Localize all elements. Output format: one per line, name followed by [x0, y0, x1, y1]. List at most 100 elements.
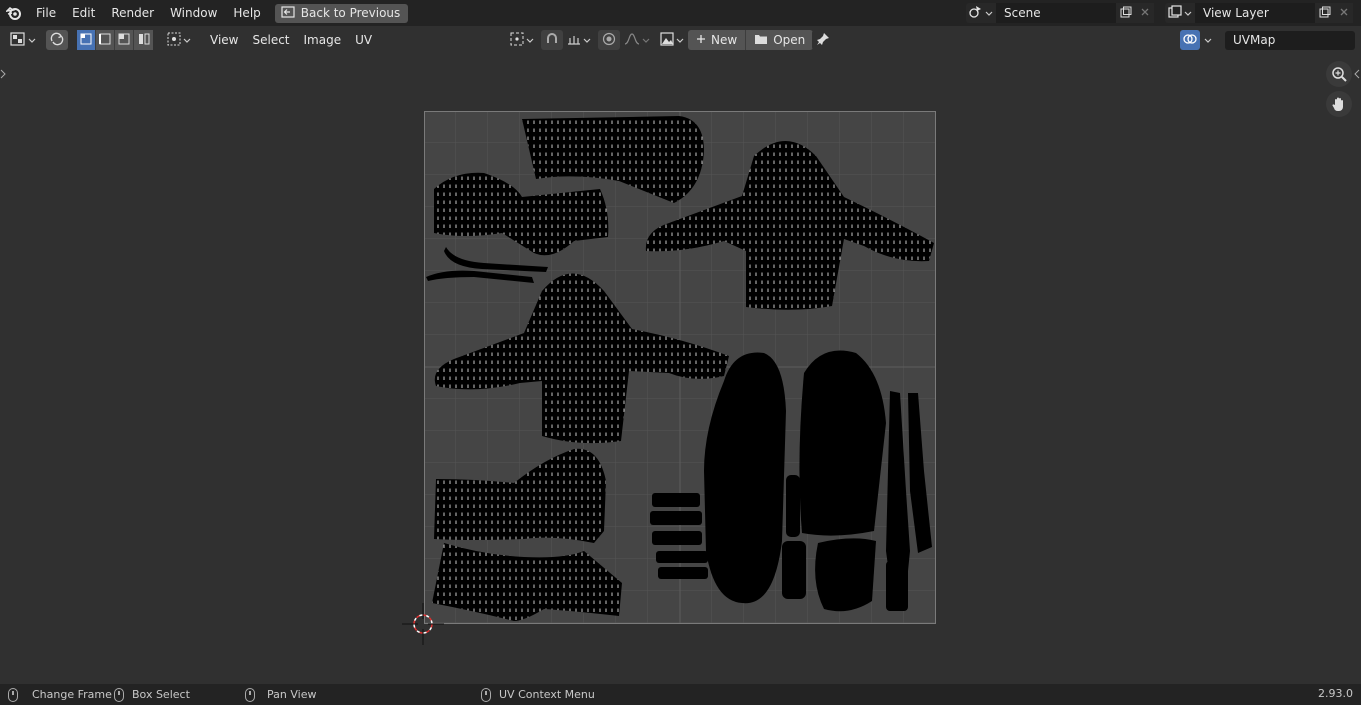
- new-label: New: [711, 33, 738, 47]
- left-panel-arrow-icon[interactable]: [0, 69, 6, 79]
- view-layer-icon: [1168, 5, 1182, 21]
- status-label: Change Frame: [32, 688, 112, 701]
- top-bar: File Edit Render Window Help Back to Pre…: [0, 0, 1361, 26]
- uv-island[interactable]: [650, 511, 702, 525]
- uv-island[interactable]: [886, 561, 908, 611]
- menu-render[interactable]: Render: [103, 3, 162, 23]
- zoom-icon[interactable]: [1326, 61, 1352, 87]
- view-layer-copy-button[interactable]: [1315, 3, 1334, 23]
- menu-image[interactable]: Image: [297, 33, 349, 47]
- menu-edit[interactable]: Edit: [64, 3, 103, 23]
- falloff-dropdown[interactable]: [620, 30, 654, 50]
- edge-select-icon: [99, 33, 111, 48]
- uv-island[interactable]: [652, 493, 700, 507]
- view-layer-selector: View Layer: [1165, 3, 1353, 23]
- menu-window[interactable]: Window: [162, 3, 225, 23]
- proportional-edit-toggle[interactable]: [598, 30, 620, 50]
- chevron-down-icon: [583, 33, 591, 47]
- open-image-button[interactable]: Open: [746, 30, 814, 50]
- status-bar: Change Frame Box Select Pan View UV Cont…: [0, 684, 1361, 705]
- pin-image-button[interactable]: [812, 30, 834, 50]
- menu-select[interactable]: Select: [245, 33, 296, 47]
- uv-island[interactable]: [799, 350, 886, 536]
- uv-sync-icon: [50, 32, 64, 49]
- face-select-icon: [118, 33, 130, 48]
- scene-name-field[interactable]: Scene: [996, 3, 1116, 23]
- new-image-button[interactable]: New: [688, 30, 747, 50]
- select-mode-group: [77, 30, 153, 50]
- overlay-toggle[interactable]: [1180, 30, 1200, 50]
- snap-icon: [545, 32, 559, 49]
- menu-file[interactable]: File: [28, 3, 64, 23]
- island-select-button[interactable]: [134, 30, 153, 50]
- scene-icon: [969, 5, 983, 21]
- status-change-frame: Change Frame: [8, 687, 112, 702]
- view-layer-browse-button[interactable]: [1165, 3, 1195, 23]
- island-select-icon: [138, 33, 150, 48]
- version-label: 2.93.0: [1318, 687, 1353, 700]
- scene-browse-button[interactable]: [966, 3, 996, 23]
- editor-type-button[interactable]: [6, 30, 40, 50]
- status-label: UV Context Menu: [499, 688, 595, 701]
- mouse-drag-icon: [114, 687, 124, 702]
- status-label: Box Select: [132, 688, 190, 701]
- uv-island[interactable]: [786, 475, 800, 537]
- chevron-down-icon: [642, 33, 650, 47]
- mouse-middle-icon: [245, 687, 255, 702]
- proportional-group: [598, 30, 654, 50]
- open-label: Open: [773, 33, 806, 47]
- chevron-down-icon: [676, 33, 684, 47]
- view-layer-close-button[interactable]: [1334, 3, 1353, 23]
- overlay-dropdown[interactable]: [1200, 30, 1216, 50]
- chevron-down-icon: [183, 33, 191, 47]
- close-icon: [1140, 6, 1150, 20]
- chevron-down-icon: [526, 33, 534, 47]
- close-icon: [1339, 6, 1349, 20]
- uv-island[interactable]: [658, 567, 708, 579]
- pivot-dropdown[interactable]: [506, 30, 538, 50]
- falloff-curve-icon: [624, 32, 640, 48]
- uv-island[interactable]: [656, 551, 708, 563]
- snap-group: [541, 30, 595, 50]
- duplicate-icon: [1319, 6, 1331, 21]
- uv-sync-toggle[interactable]: [46, 30, 68, 50]
- uvmap-field[interactable]: UVMap: [1225, 31, 1355, 50]
- menu-uv[interactable]: UV: [348, 33, 379, 47]
- face-select-button[interactable]: [115, 30, 134, 50]
- chevron-down-icon: [28, 33, 36, 47]
- snap-increment-icon: [567, 33, 581, 48]
- status-uv-context-menu: UV Context Menu: [481, 687, 595, 702]
- pin-icon: [816, 32, 830, 49]
- folder-icon: [754, 33, 768, 48]
- menu-view[interactable]: View: [203, 33, 245, 47]
- uv-editor-icon: [10, 31, 26, 49]
- sticky-select-icon: [167, 32, 181, 49]
- edge-select-button[interactable]: [96, 30, 115, 50]
- scene-close-button[interactable]: [1135, 3, 1154, 23]
- snap-target-dropdown[interactable]: [563, 30, 595, 50]
- view-layer-name-field[interactable]: View Layer: [1195, 3, 1315, 23]
- back-label: Back to Previous: [300, 6, 401, 20]
- sticky-select-mode[interactable]: [163, 30, 195, 50]
- menu-help[interactable]: Help: [225, 3, 268, 23]
- back-to-previous-button[interactable]: Back to Previous: [274, 3, 409, 23]
- uv-island[interactable]: [652, 531, 702, 545]
- blender-logo-icon[interactable]: [0, 0, 28, 26]
- back-icon: [281, 5, 295, 21]
- pivot-icon: [510, 32, 524, 49]
- plus-icon: [696, 33, 706, 47]
- scene-copy-button[interactable]: [1116, 3, 1135, 23]
- vertex-select-button[interactable]: [77, 30, 96, 50]
- cursor-2d-icon[interactable]: [402, 603, 444, 645]
- image-browse-button[interactable]: [656, 30, 688, 50]
- status-label: Pan View: [267, 688, 317, 701]
- snap-toggle[interactable]: [541, 30, 563, 50]
- uv-viewport[interactable]: [0, 53, 1361, 684]
- uv-island[interactable]: [815, 538, 876, 612]
- right-panel-arrow-icon[interactable]: [1354, 69, 1360, 79]
- hand-icon[interactable]: [1326, 91, 1352, 117]
- new-open-group: New Open: [688, 30, 814, 50]
- mouse-right-icon: [481, 687, 491, 702]
- uv-island[interactable]: [782, 541, 806, 599]
- chevron-down-icon: [1204, 33, 1212, 47]
